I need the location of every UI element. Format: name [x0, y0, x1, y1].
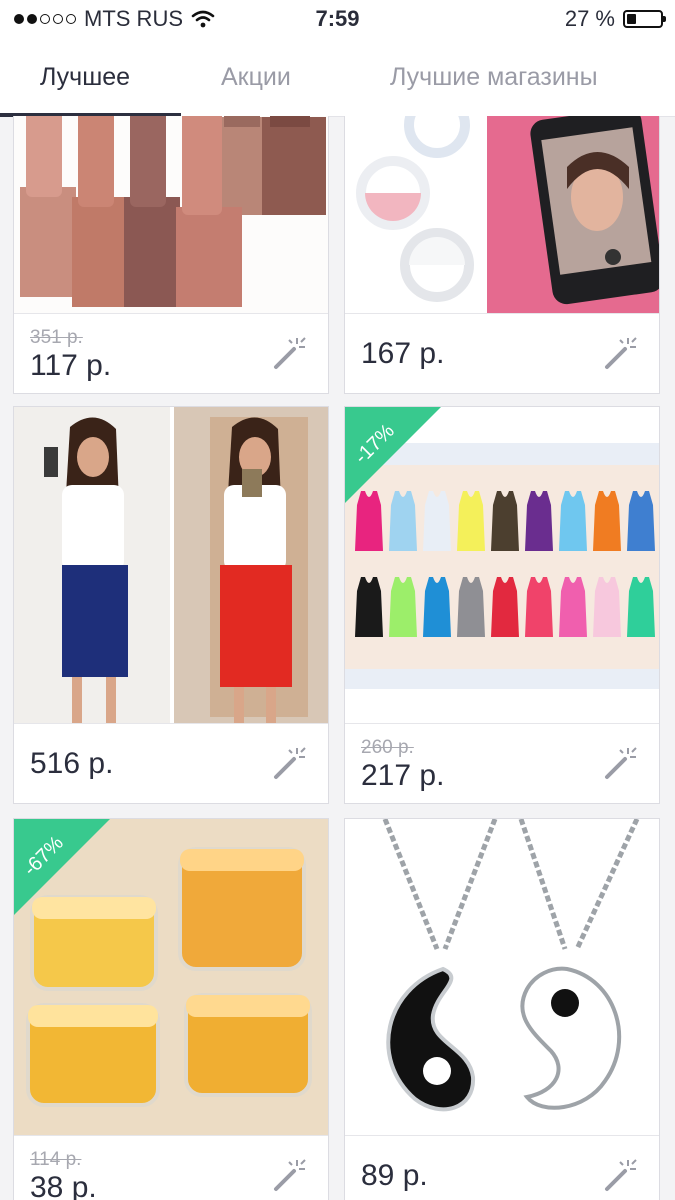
price: 516 р. [30, 747, 114, 780]
tab-promotions[interactable]: Акции [221, 63, 291, 92]
tank-top-shape [457, 491, 485, 551]
battery-percent: 27 % [564, 6, 615, 31]
magic-wand-icon[interactable] [603, 745, 639, 781]
battery-icon [623, 10, 666, 28]
product-image-necklace[interactable] [345, 819, 659, 1135]
tank-top-shape [457, 577, 485, 637]
tank-top-shape [559, 491, 587, 551]
battery-group: 27 % [564, 6, 666, 32]
old-price: 260 р. [361, 737, 414, 758]
tank-top-shape [593, 577, 621, 637]
product-card[interactable]: -67% 114 р. 38 р. [13, 818, 329, 1200]
product-card[interactable]: 516 р. [13, 406, 329, 804]
status-bar: MTS RUS 7:59 27 % [0, 0, 675, 38]
tank-top-shape [525, 491, 553, 551]
product-image-selfie-ring[interactable] [345, 116, 659, 313]
old-price: 351 р. [30, 327, 83, 348]
tank-top-shape [355, 577, 383, 637]
tab-best-shops[interactable]: Лучшие магазины [390, 63, 598, 92]
product-image-skirt[interactable] [14, 407, 328, 723]
tank-top-shape [627, 577, 655, 637]
discount-badge: -17% [345, 407, 441, 503]
tank-top-shape [627, 491, 655, 551]
price: 117 р. [30, 349, 112, 382]
product-grid: 351 р. 117 р. 167 р. 516 р. -17% 260 р. … [0, 116, 675, 1200]
magic-wand-icon[interactable] [603, 335, 639, 371]
card-divider [345, 723, 659, 724]
tank-top-shape [389, 577, 417, 637]
price: 89 р. [361, 1159, 428, 1192]
tank-top-shape [525, 577, 553, 637]
card-divider [14, 313, 328, 314]
product-card[interactable]: 89 р. [344, 818, 660, 1200]
tank-top-shape [593, 491, 621, 551]
old-price: 114 р. [30, 1149, 82, 1170]
price: 167 р. [361, 337, 445, 370]
card-divider [14, 1135, 328, 1136]
tank-top-shape [491, 491, 519, 551]
card-divider [345, 313, 659, 314]
tank-top-shape [491, 577, 519, 637]
tab-best[interactable]: Лучшее [40, 63, 130, 92]
category-tabs: Лучшее Акции Лучшие магазины [0, 38, 675, 117]
magic-wand-icon[interactable] [272, 745, 308, 781]
magic-wand-icon[interactable] [272, 335, 308, 371]
card-divider [345, 1135, 659, 1136]
price: 38 р. [30, 1171, 97, 1200]
tank-top-shape [423, 577, 451, 637]
product-image-lipsticks[interactable] [14, 116, 328, 313]
product-card[interactable]: -17% 260 р. 217 р. [344, 406, 660, 804]
tank-top-shape [559, 577, 587, 637]
product-card[interactable]: 351 р. 117 р. [13, 116, 329, 394]
magic-wand-icon[interactable] [272, 1157, 308, 1193]
magic-wand-icon[interactable] [603, 1157, 639, 1193]
price: 217 р. [361, 759, 445, 792]
card-divider [14, 723, 328, 724]
discount-badge: -67% [14, 819, 110, 915]
product-card[interactable]: 167 р. [344, 116, 660, 394]
